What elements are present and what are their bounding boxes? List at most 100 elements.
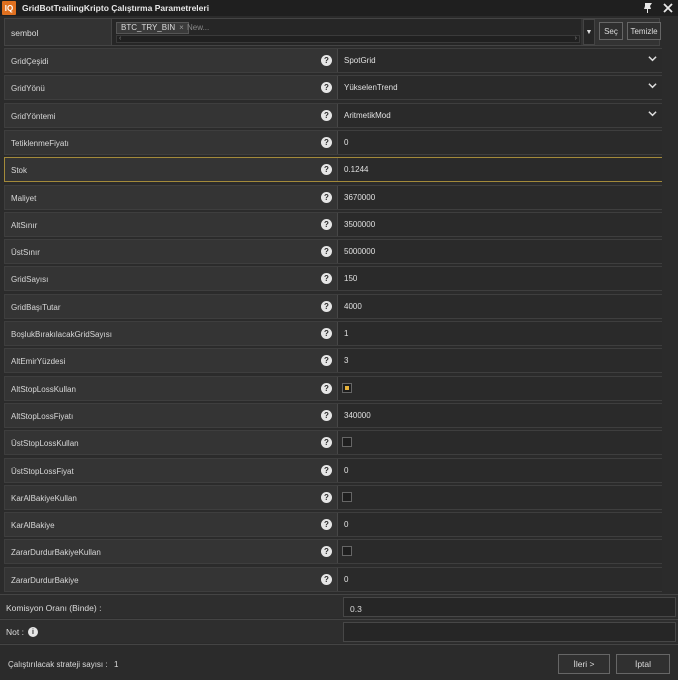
help-icon[interactable]: ? (321, 164, 332, 176)
parameter-input[interactable]: 1 (337, 322, 662, 345)
parameter-row[interactable]: ZararDurdurBakiye? 0 (4, 566, 662, 592)
parameter-row[interactable]: ZararDurdurBakiyeKullan? (4, 539, 662, 565)
info-icon[interactable]: i (27, 627, 38, 637)
parameter-value: 340000 (344, 410, 371, 420)
parameter-row[interactable]: AltStopLossKullan? (4, 375, 662, 401)
parameter-row[interactable]: GridÇeşidi? SpotGrid (4, 48, 662, 73)
help-icon[interactable]: ? (321, 218, 332, 230)
cancel-button[interactable]: İptal (616, 654, 670, 674)
parameter-value: 5000000 (344, 247, 376, 257)
help-icon[interactable]: ? (321, 109, 332, 121)
parameter-label: AltStopLossFiyatı (11, 411, 74, 421)
chip-remove-icon[interactable]: × (179, 23, 184, 33)
title-bar: IQ GridBotTrailingKripto Çalıştırma Para… (0, 0, 678, 16)
help-icon[interactable]: ? (321, 573, 332, 585)
help-icon[interactable]: ? (321, 355, 332, 367)
help-icon[interactable]: ? (321, 191, 332, 203)
chevron-down-icon[interactable] (648, 54, 657, 65)
parameter-row[interactable]: BoşlukBırakılacakGridSayısı? 1 (4, 321, 662, 346)
parameter-row[interactable]: Maliyet? 3670000 (4, 184, 662, 210)
help-icon[interactable]: ? (321, 82, 332, 94)
symbol-chip[interactable]: BTC_TRY_BIN × (116, 22, 189, 34)
parameter-input[interactable]: 150 (337, 267, 662, 291)
scroll-right-icon[interactable]: › (575, 35, 577, 42)
help-icon[interactable]: ? (321, 437, 332, 449)
parameter-input[interactable]: 0 (337, 130, 662, 154)
parameter-row[interactable]: GridBaşıTutar? 4000 (4, 293, 662, 319)
window-title: GridBotTrailingKripto Çalıştırma Paramet… (22, 3, 210, 13)
commission-value: 0.3 (350, 604, 362, 614)
select-button[interactable]: Seç (599, 22, 623, 40)
parameter-checkbox[interactable] (342, 382, 352, 393)
parameter-input[interactable]: 0 (337, 567, 662, 591)
parameter-input[interactable]: 0 (337, 458, 662, 482)
parameter-label: Stok (11, 166, 28, 176)
parameter-input[interactable]: 4000 (337, 294, 662, 318)
parameter-row[interactable]: ÜstStopLossKullan? (4, 430, 662, 456)
parameter-checkbox[interactable] (342, 437, 352, 448)
help-icon[interactable]: ? (321, 273, 332, 285)
parameter-input[interactable]: 340000 (337, 403, 662, 427)
sembol-dropdown-button[interactable]: ▼ (583, 19, 595, 45)
horizontal-scrollbar[interactable]: ‹ › (116, 35, 580, 43)
parameter-row[interactable]: AltEmirYüzdesi? 3 (4, 348, 662, 374)
parameter-label: TetiklenmeFiyatı (11, 138, 69, 148)
parameter-input[interactable]: 3500000 (337, 212, 662, 236)
parameter-input[interactable]: 3 (337, 349, 662, 373)
parameter-row[interactable]: Stok? 0.1244 (4, 157, 662, 183)
parameter-label: AltStopLossKullan (11, 384, 76, 394)
help-icon[interactable]: ? (321, 491, 332, 503)
parameter-row[interactable]: ÜstSınır? 5000000 (4, 239, 662, 265)
help-icon[interactable]: ? (321, 546, 332, 558)
help-icon[interactable]: ? (321, 519, 332, 531)
parameter-input[interactable]: 0.1244 (337, 158, 662, 182)
parameter-row[interactable]: TetiklenmeFiyatı? 0 (4, 129, 662, 155)
parameter-row[interactable]: GridYönü? YükselenTrend (4, 75, 662, 101)
parameter-value: AritmetikMod (344, 110, 391, 120)
help-icon[interactable]: ? (321, 328, 332, 339)
scroll-left-icon[interactable]: ‹ (119, 35, 121, 42)
sembol-input[interactable]: BTC_TRY_BIN × New... ‹ › (111, 19, 581, 45)
clear-button[interactable]: Temizle (627, 22, 661, 40)
note-input[interactable] (343, 622, 676, 642)
commission-input[interactable]: 0.3 (343, 597, 676, 617)
vertical-scrollbar[interactable] (664, 48, 674, 593)
parameter-label: GridSayısı (11, 275, 49, 285)
help-icon[interactable]: ? (321, 300, 332, 312)
help-icon[interactable]: ? (321, 55, 332, 66)
parameter-label: GridYönü (11, 84, 45, 94)
parameter-select[interactable]: AritmetikMod (337, 103, 662, 127)
next-button[interactable]: İleri > (558, 654, 610, 674)
pin-icon[interactable] (642, 2, 654, 14)
chevron-down-icon[interactable] (648, 109, 657, 120)
parameter-select[interactable]: SpotGrid (337, 49, 662, 72)
parameter-input[interactable]: 0 (337, 513, 662, 537)
new-symbol-placeholder[interactable]: New... (187, 23, 209, 32)
dropdown-arrow-icon: ▼ (585, 28, 593, 36)
chevron-down-icon[interactable] (648, 81, 657, 92)
parameter-checkbox-cell (337, 376, 662, 400)
parameter-row[interactable]: KarAlBakiyeKullan? (4, 484, 662, 510)
parameter-label: ÜstStopLossKullan (11, 439, 79, 449)
parameter-value: 150 (344, 274, 358, 284)
parameter-row[interactable]: GridSayısı? 150 (4, 266, 662, 292)
parameter-row[interactable]: AltSınır? 3500000 (4, 211, 662, 237)
parameter-row[interactable]: AltStopLossFiyatı? 340000 (4, 402, 662, 428)
help-icon[interactable]: ? (321, 464, 332, 476)
help-icon[interactable]: ? (321, 409, 332, 421)
parameter-select[interactable]: YükselenTrend (337, 76, 662, 100)
parameter-row[interactable]: KarAlBakiye? 0 (4, 512, 662, 538)
parameter-input[interactable]: 3670000 (337, 185, 662, 209)
help-icon[interactable]: ? (321, 246, 332, 258)
parameter-checkbox-cell (337, 540, 662, 564)
parameter-input[interactable]: 5000000 (337, 240, 662, 264)
parameter-row[interactable]: GridYöntemi? AritmetikMod (4, 102, 662, 128)
close-icon[interactable] (662, 2, 674, 14)
parameter-checkbox[interactable] (342, 546, 352, 557)
parameter-label: GridÇeşidi (11, 57, 49, 66)
parameter-checkbox[interactable] (342, 491, 352, 502)
help-icon[interactable]: ? (321, 382, 332, 394)
help-icon[interactable]: ? (321, 136, 332, 148)
parameter-label: ÜstSınır (11, 248, 40, 258)
parameter-row[interactable]: ÜstStopLossFiyat? 0 (4, 457, 662, 483)
